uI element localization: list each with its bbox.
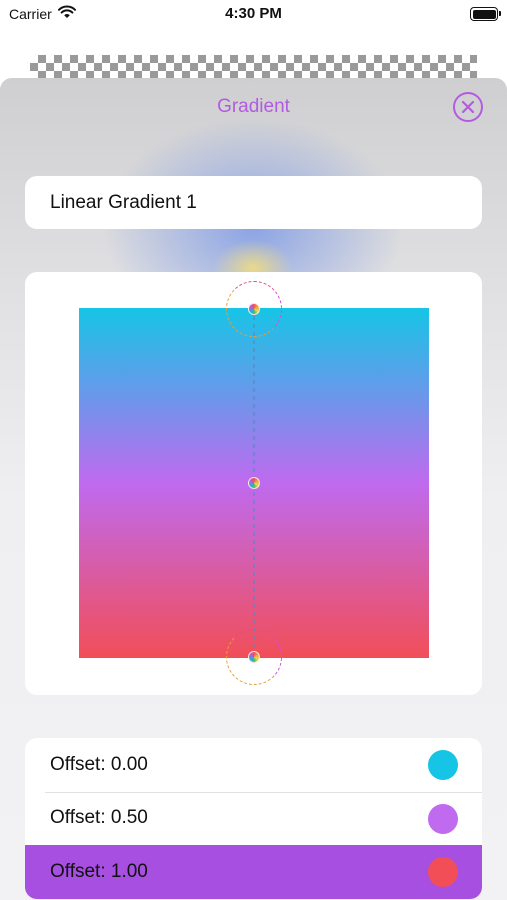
status-time: 4:30 PM [225,5,282,22]
stop-color-swatch[interactable] [428,803,458,834]
close-button[interactable] [453,92,483,122]
stop-color-swatch[interactable] [428,857,458,888]
end-handle[interactable] [248,651,260,663]
stop-row-0[interactable]: Offset: 0.00 [25,738,482,792]
gradient-preview-card [25,272,482,695]
battery-icon [470,7,501,21]
stop-offset-label: Offset: 0.50 [50,807,148,829]
stop-row-2[interactable]: Offset: 1.00 [25,845,482,899]
stop-offset-label: Offset: 1.00 [50,861,148,883]
stop-color-swatch[interactable] [428,750,458,780]
close-icon [461,100,475,114]
start-handle[interactable] [248,303,260,315]
stop-offset-label: Offset: 0.00 [50,753,148,775]
color-stops-list: Offset: 0.00 Offset: 0.50 Offset: 1.00 [25,738,482,899]
gradient-editor-sheet: Gradient Linear Gradient 1 Offset: 0.00 … [0,78,507,900]
gradient-name-field[interactable]: Linear Gradient 1 [25,176,482,229]
status-bar: Carrier 4:30 PM [0,0,507,30]
mid-stop-handle[interactable] [248,477,260,489]
sheet-title: Gradient [217,96,290,117]
stop-row-1[interactable]: Offset: 0.50 [25,791,482,846]
